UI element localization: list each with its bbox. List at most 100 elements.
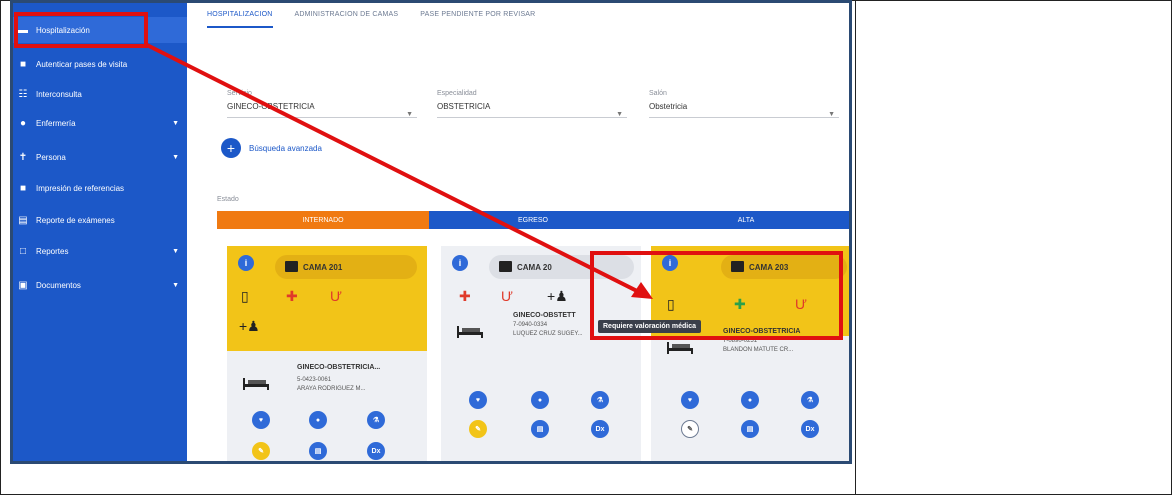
tab-administracion-camas[interactable]: ADMINISTRACION DE CAMAS bbox=[295, 11, 399, 28]
salon-select[interactable]: Salón Obstetricia ▼ bbox=[649, 90, 839, 118]
advanced-search-button[interactable]: + Búsqueda avanzada bbox=[221, 138, 322, 158]
patient-info[interactable]: GINECO-OBSTETRICIA... 5-0423-0061 ARAYA … bbox=[227, 358, 427, 403]
sidebar-item-label: Persona bbox=[36, 152, 66, 162]
bed-card[interactable]: i CAMA 201 ▯ ✚ Ư +♟ GINECO-OBSTETRICIA..… bbox=[227, 246, 427, 461]
patient-id: 7-0940-0334 bbox=[513, 322, 548, 328]
card-icon: ■ bbox=[19, 58, 27, 70]
chevron-down-icon: ▼ bbox=[172, 247, 179, 255]
pencil-button[interactable]: ✎ bbox=[469, 420, 487, 438]
heart-button[interactable]: ♥ bbox=[681, 391, 699, 409]
highlight-box-sidebar bbox=[14, 12, 148, 48]
servicio-select[interactable]: Servicio GINECO-OBSTETRICIA ▼ bbox=[227, 90, 417, 118]
sidebar-item-autenticar[interactable]: ■ Autenticar pases de visita bbox=[13, 51, 187, 77]
segment-label: EGRESO bbox=[518, 216, 548, 224]
diagnosis-button[interactable]: Dx bbox=[591, 420, 609, 438]
app-screenshot: ▬ Hospitalización ■ Autenticar pases de … bbox=[10, 0, 852, 464]
chevron-down-icon: ▼ bbox=[172, 119, 179, 127]
info-icon[interactable]: i bbox=[452, 255, 468, 271]
patient-name: ARAYA RODRIGUEZ M... bbox=[297, 386, 366, 392]
heart-button[interactable]: ♥ bbox=[469, 391, 487, 409]
patient-service: GINECO-OBSTETT bbox=[513, 312, 576, 319]
tab-bar: HOSPITALIZACION ADMINISTRACION DE CAMAS … bbox=[207, 11, 535, 28]
lab-flask-button[interactable]: ⚗ bbox=[367, 411, 385, 429]
bed-label[interactable]: CAMA 201 bbox=[275, 255, 417, 279]
bed-number: CAMA 20 bbox=[517, 262, 552, 272]
sidebar-item-label: Interconsulta bbox=[36, 89, 82, 99]
patient-service: GINECO-OBSTETRICIA... bbox=[297, 364, 381, 371]
document-button[interactable]: ▤ bbox=[741, 420, 759, 438]
patient-id: 5-0423-0061 bbox=[297, 377, 332, 383]
lab-flask-button[interactable]: ⚗ bbox=[591, 391, 609, 409]
card-header: i CAMA 201 ▯ ✚ Ư +♟ bbox=[227, 246, 427, 351]
main-content: HOSPITALIZACION ADMINISTRACION DE CAMAS … bbox=[187, 3, 849, 461]
chevron-down-icon: ▼ bbox=[828, 111, 835, 118]
printer-icon: ■ bbox=[19, 182, 27, 194]
chevron-down-icon: ▼ bbox=[616, 111, 623, 118]
bed-icon bbox=[457, 326, 483, 338]
stethoscope-icon[interactable]: Ư bbox=[330, 288, 342, 304]
highlight-box-bed-card bbox=[590, 251, 843, 340]
sidebar-item-reporte-examenes[interactable]: ▤ Reporte de exámenes bbox=[13, 207, 187, 233]
pill-button[interactable]: ● bbox=[531, 391, 549, 409]
vital-signs-icon[interactable]: ✚ bbox=[286, 288, 298, 304]
especialidad-select[interactable]: Especialidad OBSTETRICIA ▼ bbox=[437, 90, 627, 118]
pencil-button[interactable]: ✎ bbox=[252, 442, 270, 460]
sidebar-item-documentos[interactable]: ▣ Documentos ▼ bbox=[13, 272, 187, 298]
chevron-down-icon: ▼ bbox=[406, 111, 413, 118]
table-divider bbox=[855, 0, 856, 495]
segment-label: ALTA bbox=[737, 216, 755, 224]
sidebar-item-label: Reporte de exámenes bbox=[36, 215, 115, 225]
folder-icon: ▣ bbox=[18, 279, 28, 291]
people-icon: ☷ bbox=[18, 88, 28, 100]
vital-signs-icon[interactable]: ✚ bbox=[459, 288, 471, 304]
plus-icon: + bbox=[221, 138, 241, 158]
patient-name: LUQUEZ CRUZ SUGEY... bbox=[513, 331, 583, 337]
sidebar-item-reportes[interactable]: □ Reportes ▼ bbox=[13, 238, 187, 264]
document-button[interactable]: ▤ bbox=[531, 420, 549, 438]
chevron-down-icon: ▼ bbox=[172, 281, 179, 289]
sidebar-item-label: Enfermería bbox=[36, 118, 76, 128]
diagnosis-button[interactable]: Dx bbox=[801, 420, 819, 438]
segment-label: INTERNADO bbox=[302, 216, 344, 224]
add-people-icon[interactable]: +♟ bbox=[547, 288, 568, 304]
document-icon: □ bbox=[19, 245, 27, 257]
tab-pase-pendiente[interactable]: PASE PENDIENTE POR REVISAR bbox=[420, 11, 535, 28]
pill-button[interactable]: ● bbox=[309, 411, 327, 429]
sidebar-item-label: Impresión de referencias bbox=[36, 183, 125, 193]
location-icon: ● bbox=[19, 117, 27, 129]
pencil-button[interactable]: ✎ bbox=[681, 420, 699, 438]
servicio-label: Servicio bbox=[227, 90, 252, 97]
clipboard-icon[interactable]: ▯ bbox=[241, 288, 249, 304]
folder-icon bbox=[285, 261, 298, 272]
estado-internado[interactable]: INTERNADO bbox=[217, 211, 429, 229]
estado-alta[interactable]: ALTA bbox=[637, 211, 849, 229]
sidebar-item-label: Reportes bbox=[36, 246, 69, 256]
sidebar-item-persona[interactable]: ✝ Persona ▼ bbox=[13, 144, 187, 170]
salon-label: Salón bbox=[649, 90, 667, 97]
sidebar-item-interconsulta[interactable]: ☷ Interconsulta bbox=[13, 81, 187, 107]
estado-egreso[interactable]: EGRESO bbox=[429, 211, 637, 229]
sidebar-item-enfermeria[interactable]: ● Enfermería ▼ bbox=[13, 110, 187, 136]
especialidad-label: Especialidad bbox=[437, 90, 477, 97]
sidebar-item-label: Autenticar pases de visita bbox=[36, 59, 128, 69]
lab-flask-button[interactable]: ⚗ bbox=[801, 391, 819, 409]
add-people-icon[interactable]: +♟ bbox=[239, 318, 260, 334]
heart-button[interactable]: ♥ bbox=[252, 411, 270, 429]
pill-button[interactable]: ● bbox=[741, 391, 759, 409]
bed-icon bbox=[667, 342, 693, 354]
report-icon: ▤ bbox=[18, 214, 28, 226]
chevron-down-icon: ▼ bbox=[172, 153, 179, 161]
diagnosis-button[interactable]: Dx bbox=[367, 442, 385, 460]
document-button[interactable]: ▤ bbox=[309, 442, 327, 460]
especialidad-value: OBSTETRICIA bbox=[437, 102, 627, 118]
sidebar-item-label: Documentos bbox=[36, 280, 81, 290]
sidebar-item-impresion[interactable]: ■ Impresión de referencias bbox=[13, 175, 187, 201]
stethoscope-icon[interactable]: Ư bbox=[501, 288, 513, 304]
patient-name: BLANDON MATUTE CR... bbox=[723, 347, 794, 353]
sidebar: ▬ Hospitalización ■ Autenticar pases de … bbox=[13, 3, 187, 461]
bed-number: CAMA 201 bbox=[303, 262, 343, 272]
servicio-value: GINECO-OBSTETRICIA bbox=[227, 102, 417, 118]
info-icon[interactable]: i bbox=[238, 255, 254, 271]
tab-hospitalizacion[interactable]: HOSPITALIZACION bbox=[207, 11, 273, 28]
folder-icon bbox=[499, 261, 512, 272]
